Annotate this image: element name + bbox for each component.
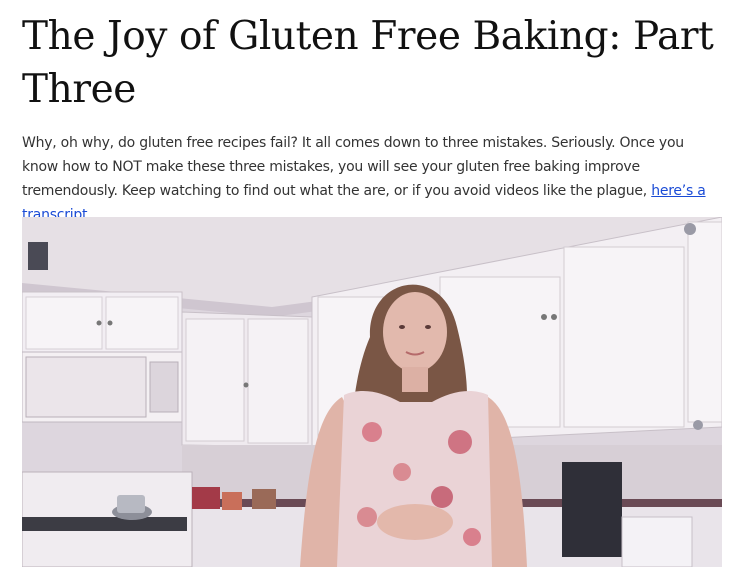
intro-text: Why, oh why, do gluten free recipes fail… (22, 135, 684, 199)
video-still-kitchen (22, 217, 722, 567)
blog-post: The Joy of Gluten Free Baking: Part Thre… (0, 0, 733, 567)
video-frame[interactable] (22, 217, 722, 567)
post-title: The Joy of Gluten Free Baking: Part Thre… (22, 14, 714, 112)
post-intro-paragraph: Why, oh why, do gluten free recipes fail… (22, 131, 724, 227)
